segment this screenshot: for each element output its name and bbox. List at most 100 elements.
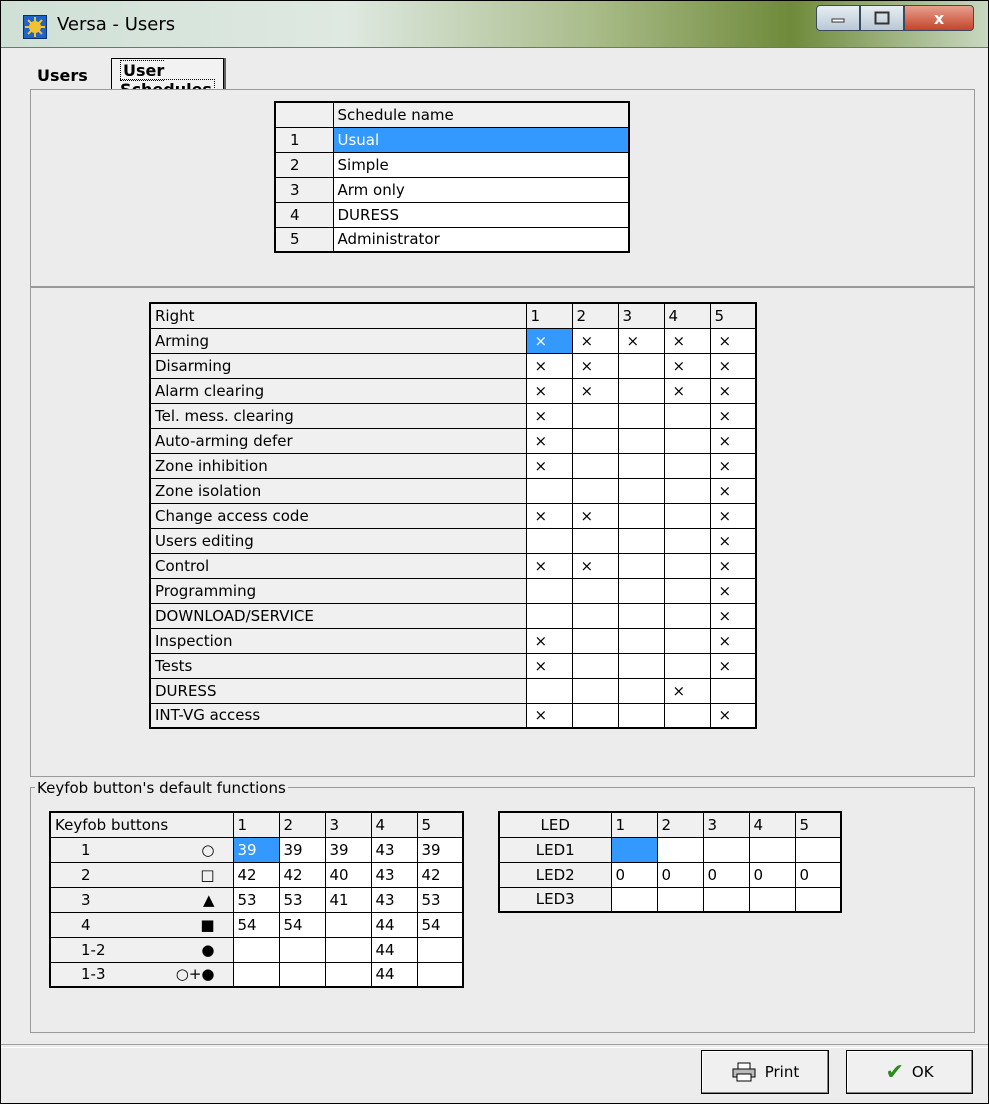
right-checkbox-cell[interactable]: × — [571, 352, 619, 379]
right-checkbox-cell[interactable] — [663, 502, 711, 529]
right-checkbox-cell[interactable]: × — [525, 702, 573, 729]
right-checkbox-cell[interactable]: × — [709, 702, 757, 729]
table-row[interactable]: Users editing × — [149, 527, 757, 554]
table-row[interactable]: LED1 — [498, 836, 842, 863]
right-checkbox-cell[interactable] — [617, 452, 665, 479]
keyfob-value-cell[interactable] — [278, 961, 326, 988]
right-checkbox-cell[interactable] — [617, 527, 665, 554]
led-value-cell[interactable]: 0 — [656, 861, 704, 888]
keyfob-value-cell[interactable] — [232, 936, 280, 963]
right-checkbox-cell[interactable] — [617, 402, 665, 429]
right-checkbox-cell[interactable]: × — [709, 477, 757, 504]
keyfob-value-cell[interactable]: 42 — [278, 861, 326, 888]
minimize-button[interactable] — [816, 5, 860, 31]
right-checkbox-cell[interactable] — [617, 427, 665, 454]
ok-button[interactable]: ✔ OK — [846, 1050, 973, 1094]
right-checkbox-cell[interactable]: × — [571, 327, 619, 354]
keyfob-value-cell[interactable]: 39 — [416, 836, 464, 863]
led-value-cell[interactable] — [656, 836, 704, 863]
right-checkbox-cell[interactable]: × — [525, 552, 573, 579]
right-checkbox-cell[interactable] — [663, 452, 711, 479]
right-checkbox-cell[interactable]: × — [709, 502, 757, 529]
led-value-cell[interactable]: 0 — [610, 861, 658, 888]
keyfob-value-cell[interactable]: 41 — [324, 886, 372, 913]
right-checkbox-cell[interactable] — [617, 552, 665, 579]
close-button[interactable]: x — [904, 5, 974, 31]
right-checkbox-cell[interactable] — [571, 577, 619, 604]
keyfob-value-cell[interactable]: 53 — [232, 886, 280, 913]
table-row[interactable]: 2 Simple — [274, 151, 630, 178]
right-checkbox-cell[interactable] — [525, 527, 573, 554]
right-checkbox-cell[interactable]: × — [709, 577, 757, 604]
led-table[interactable]: LED 1 2 3 4 5 LED1 LED2 0 0 0 0 0 LED3 — [498, 811, 842, 913]
keyfob-value-cell[interactable]: 42 — [416, 861, 464, 888]
right-checkbox-cell[interactable] — [617, 502, 665, 529]
right-checkbox-cell[interactable]: × — [525, 652, 573, 679]
table-row[interactable]: Change access code × × × — [149, 502, 757, 529]
title-bar[interactable]: Versa - Users x — [1, 1, 988, 48]
schedule-name-cell[interactable]: Arm only — [332, 176, 630, 203]
table-row[interactable]: Control × × × — [149, 552, 757, 579]
keyfob-value-cell[interactable] — [232, 961, 280, 988]
right-checkbox-cell[interactable] — [663, 652, 711, 679]
keyfob-value-cell[interactable]: 43 — [370, 836, 418, 863]
right-checkbox-cell[interactable]: × — [663, 327, 711, 354]
table-row[interactable]: 4 ■ 54 54 44 54 — [49, 911, 464, 938]
schedule-name-cell[interactable]: DURESS — [332, 201, 630, 228]
right-checkbox-cell[interactable] — [663, 527, 711, 554]
keyfob-value-cell[interactable]: 42 — [232, 861, 280, 888]
led-value-cell[interactable] — [794, 836, 842, 863]
right-checkbox-cell[interactable] — [571, 702, 619, 729]
table-row[interactable]: Zone isolation × — [149, 477, 757, 504]
table-row[interactable]: 1-3 ○+● 44 — [49, 961, 464, 988]
print-button[interactable]: Print — [701, 1050, 829, 1094]
right-checkbox-cell[interactable]: × — [525, 452, 573, 479]
keyfob-value-cell[interactable]: 43 — [370, 886, 418, 913]
table-row[interactable]: Zone inhibition × × — [149, 452, 757, 479]
keyfob-value-cell[interactable]: 44 — [370, 936, 418, 963]
right-checkbox-cell[interactable] — [571, 402, 619, 429]
table-row[interactable]: Auto-arming defer × × — [149, 427, 757, 454]
right-checkbox-cell[interactable]: × — [525, 402, 573, 429]
right-checkbox-cell[interactable] — [663, 427, 711, 454]
table-row[interactable]: 3 ▲ 53 53 41 43 53 — [49, 886, 464, 913]
table-row[interactable]: LED2 0 0 0 0 0 — [498, 861, 842, 888]
right-checkbox-cell[interactable]: × — [617, 327, 665, 354]
right-checkbox-cell[interactable] — [617, 352, 665, 379]
right-checkbox-cell[interactable] — [617, 652, 665, 679]
right-checkbox-cell[interactable] — [525, 602, 573, 629]
table-row[interactable]: Alarm clearing × × × × — [149, 377, 757, 404]
right-checkbox-cell[interactable]: × — [709, 352, 757, 379]
right-checkbox-cell[interactable] — [663, 602, 711, 629]
right-checkbox-cell[interactable] — [663, 577, 711, 604]
right-checkbox-cell[interactable] — [617, 477, 665, 504]
table-row[interactable]: INT-VG access × × — [149, 702, 757, 729]
table-row[interactable]: 4 DURESS — [274, 201, 630, 228]
keyfob-value-cell[interactable]: 54 — [232, 911, 280, 938]
table-row[interactable]: DURESS × — [149, 677, 757, 704]
right-checkbox-cell[interactable]: × — [709, 627, 757, 654]
right-checkbox-cell[interactable] — [525, 577, 573, 604]
led-value-cell[interactable]: 0 — [794, 861, 842, 888]
keyfob-table[interactable]: Keyfob buttons 1 2 3 4 5 1 ○ 39 39 39 43 39 2 □ 4… — [49, 811, 464, 988]
table-row[interactable]: 1 Usual — [274, 126, 630, 153]
keyfob-value-cell[interactable]: 44 — [370, 911, 418, 938]
right-checkbox-cell[interactable] — [663, 402, 711, 429]
right-checkbox-cell[interactable] — [617, 377, 665, 404]
right-checkbox-cell[interactable] — [571, 627, 619, 654]
led-value-cell[interactable] — [794, 886, 842, 913]
table-row[interactable]: Tests × × — [149, 652, 757, 679]
right-checkbox-cell[interactable] — [525, 677, 573, 704]
right-checkbox-cell[interactable] — [571, 477, 619, 504]
right-checkbox-cell[interactable]: × — [571, 502, 619, 529]
table-row[interactable]: Inspection × × — [149, 627, 757, 654]
keyfob-value-cell[interactable]: 39 — [232, 836, 280, 863]
table-row[interactable]: Tel. mess. clearing × × — [149, 402, 757, 429]
table-row[interactable]: DOWNLOAD/SERVICE × — [149, 602, 757, 629]
schedule-name-cell[interactable]: Usual — [332, 126, 630, 153]
keyfob-value-cell[interactable]: 40 — [324, 861, 372, 888]
keyfob-value-cell[interactable] — [416, 936, 464, 963]
led-value-cell[interactable] — [610, 886, 658, 913]
led-value-cell[interactable]: 0 — [702, 861, 750, 888]
right-checkbox-cell[interactable] — [571, 452, 619, 479]
